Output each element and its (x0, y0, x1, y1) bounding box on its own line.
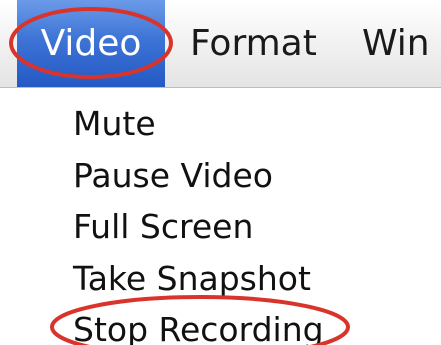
menu-bar: Video Format Win (0, 0, 441, 88)
menu-format[interactable]: Format (190, 0, 317, 87)
video-dropdown-menu: Mute Pause Video Full Screen Take Snapsh… (0, 88, 441, 345)
menu-item-full-screen[interactable]: Full Screen (73, 207, 253, 247)
menu-item-mute[interactable]: Mute (73, 104, 156, 144)
menu-item-pause-video[interactable]: Pause Video (73, 156, 273, 196)
menu-item-stop-recording[interactable]: Stop Recording (73, 310, 324, 345)
menu-video[interactable]: Video (17, 0, 165, 87)
menu-window[interactable]: Win (362, 0, 430, 87)
menu-item-take-snapshot[interactable]: Take Snapshot (73, 259, 311, 299)
